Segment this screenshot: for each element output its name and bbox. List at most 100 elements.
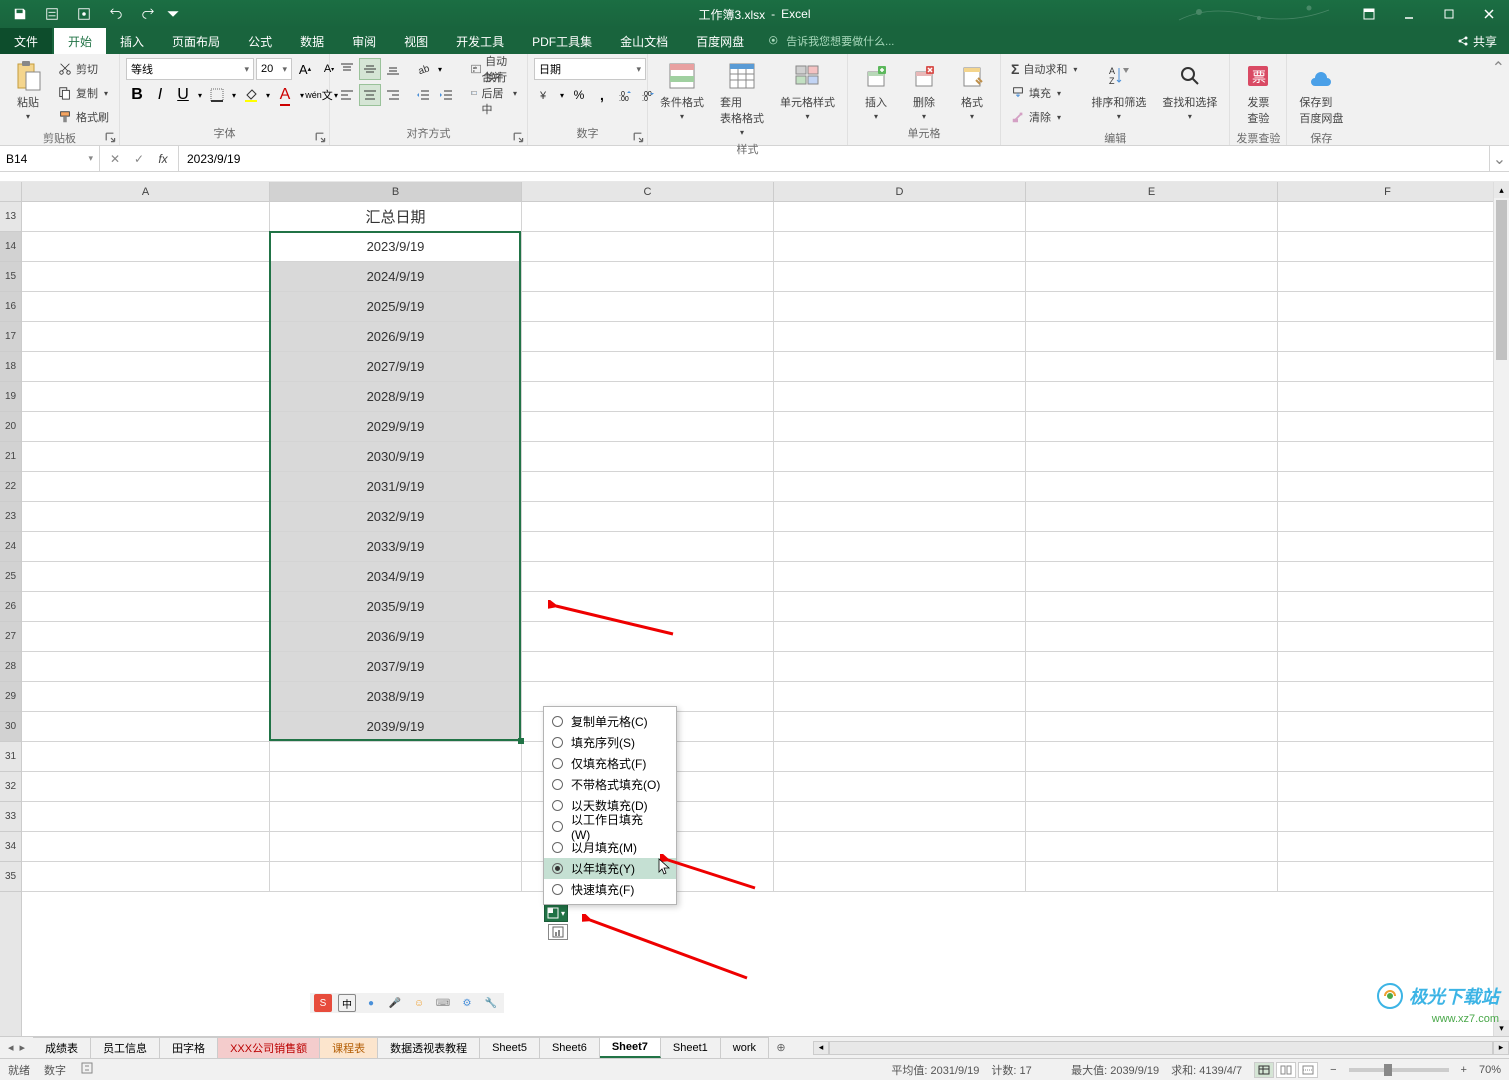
format-cells-button[interactable]: 格式▾ — [950, 58, 994, 123]
cell-D20[interactable] — [774, 412, 1026, 442]
cell-B14[interactable]: 2023/9/19 — [270, 232, 522, 262]
ime-settings-icon[interactable]: ⚙ — [458, 994, 476, 1012]
quick-analysis-button[interactable] — [548, 924, 568, 940]
autosum-button[interactable]: Σ自动求和▾ — [1007, 58, 1081, 80]
cell-E30[interactable] — [1026, 712, 1278, 742]
cell-F19[interactable] — [1278, 382, 1498, 412]
cancel-formula-icon[interactable]: ✕ — [104, 148, 126, 170]
cell-E29[interactable] — [1026, 682, 1278, 712]
cell-A21[interactable] — [22, 442, 270, 472]
row-header-21[interactable]: 21 — [0, 442, 21, 472]
conditional-format-button[interactable]: 条件格式▾ — [654, 58, 710, 123]
cell-D13[interactable] — [774, 202, 1026, 232]
align-bottom-icon[interactable] — [382, 58, 404, 80]
cell-C13[interactable] — [522, 202, 774, 232]
cell-F28[interactable] — [1278, 652, 1498, 682]
cell-E23[interactable] — [1026, 502, 1278, 532]
number-format-dropdown[interactable]: 日期▾ — [534, 58, 646, 80]
cell-F33[interactable] — [1278, 802, 1498, 832]
cell-A16[interactable] — [22, 292, 270, 322]
ime-punct-icon[interactable]: ● — [362, 994, 380, 1012]
cell-A19[interactable] — [22, 382, 270, 412]
cell-D30[interactable] — [774, 712, 1026, 742]
cell-A22[interactable] — [22, 472, 270, 502]
qat-btn-3[interactable] — [70, 2, 98, 26]
maximize-icon[interactable] — [1429, 0, 1469, 28]
accounting-dropdown[interactable]: ▾ — [557, 84, 567, 106]
cell-E24[interactable] — [1026, 532, 1278, 562]
row-header-19[interactable]: 19 — [0, 382, 21, 412]
increase-decimal-icon[interactable]: .0.00 — [614, 84, 636, 106]
cut-button[interactable]: 剪切 — [54, 58, 113, 80]
cell-F20[interactable] — [1278, 412, 1498, 442]
zoom-slider[interactable] — [1349, 1068, 1449, 1072]
cell-D28[interactable] — [774, 652, 1026, 682]
horizontal-scrollbar[interactable] — [829, 1041, 1493, 1055]
col-header-E[interactable]: E — [1026, 182, 1278, 201]
cell-E19[interactable] — [1026, 382, 1278, 412]
cell-F16[interactable] — [1278, 292, 1498, 322]
cell-D24[interactable] — [774, 532, 1026, 562]
align-left-icon[interactable] — [336, 84, 358, 106]
cell-B32[interactable] — [270, 772, 522, 802]
cell-F34[interactable] — [1278, 832, 1498, 862]
merge-center-button[interactable]: 合并后居中▾ — [467, 82, 521, 104]
cell-F23[interactable] — [1278, 502, 1498, 532]
cell-A15[interactable] — [22, 262, 270, 292]
fill-handle[interactable] — [518, 738, 524, 744]
sheet-tab-6[interactable]: Sheet5 — [480, 1037, 540, 1058]
sheet-nav-first-icon[interactable]: ◂ — [8, 1041, 14, 1054]
ime-tool-icon[interactable]: 🔧 — [482, 994, 500, 1012]
tab-kingsoft[interactable]: 金山文档 — [606, 28, 682, 54]
row-header-16[interactable]: 16 — [0, 292, 21, 322]
sheet-tab-8[interactable]: Sheet7 — [600, 1037, 661, 1058]
row-header-24[interactable]: 24 — [0, 532, 21, 562]
cell-B34[interactable] — [270, 832, 522, 862]
ime-input-method-icon[interactable]: S — [314, 994, 332, 1012]
sheet-tab-7[interactable]: Sheet6 — [540, 1037, 600, 1058]
row-header-20[interactable]: 20 — [0, 412, 21, 442]
cell-F18[interactable] — [1278, 352, 1498, 382]
cell-C17[interactable] — [522, 322, 774, 352]
tell-me-search[interactable]: 告诉我您想要做什么... — [758, 28, 894, 54]
cell-F35[interactable] — [1278, 862, 1498, 892]
col-header-D[interactable]: D — [774, 182, 1026, 201]
phonetic-button[interactable]: wén文 — [308, 84, 330, 106]
cell-A24[interactable] — [22, 532, 270, 562]
cell-E16[interactable] — [1026, 292, 1278, 322]
percent-icon[interactable]: % — [568, 84, 590, 106]
orientation-dropdown[interactable]: ▾ — [435, 58, 445, 80]
cell-C27[interactable] — [522, 622, 774, 652]
cell-E14[interactable] — [1026, 232, 1278, 262]
cell-B15[interactable]: 2024/9/19 — [270, 262, 522, 292]
fill-color-button[interactable] — [240, 84, 262, 106]
number-dialog-launcher[interactable] — [633, 131, 645, 143]
row-header-27[interactable]: 27 — [0, 622, 21, 652]
zoom-out-icon[interactable]: − — [1330, 1064, 1336, 1076]
col-header-C[interactable]: C — [522, 182, 774, 201]
tab-view[interactable]: 视图 — [390, 28, 442, 54]
autofill-option-5[interactable]: 以工作日填充(W) — [544, 816, 676, 837]
cell-B24[interactable]: 2033/9/19 — [270, 532, 522, 562]
cell-D21[interactable] — [774, 442, 1026, 472]
col-header-A[interactable]: A — [22, 182, 270, 201]
row-header-33[interactable]: 33 — [0, 802, 21, 832]
autofill-option-8[interactable]: 快速填充(F) — [544, 879, 676, 900]
cell-E33[interactable] — [1026, 802, 1278, 832]
col-header-F[interactable]: F — [1278, 182, 1498, 201]
cell-C22[interactable] — [522, 472, 774, 502]
autofill-options-button[interactable]: ▾ — [544, 904, 568, 922]
cell-B20[interactable]: 2029/9/19 — [270, 412, 522, 442]
sheet-nav-last-icon[interactable]: ▸ — [20, 1041, 26, 1054]
cell-F22[interactable] — [1278, 472, 1498, 502]
cell-C15[interactable] — [522, 262, 774, 292]
cell-C16[interactable] — [522, 292, 774, 322]
row-header-31[interactable]: 31 — [0, 742, 21, 772]
qat-btn-2[interactable] — [38, 2, 66, 26]
tab-baidu[interactable]: 百度网盘 — [682, 28, 758, 54]
cell-F25[interactable] — [1278, 562, 1498, 592]
cell-A28[interactable] — [22, 652, 270, 682]
cell-A30[interactable] — [22, 712, 270, 742]
cell-D32[interactable] — [774, 772, 1026, 802]
cell-D19[interactable] — [774, 382, 1026, 412]
